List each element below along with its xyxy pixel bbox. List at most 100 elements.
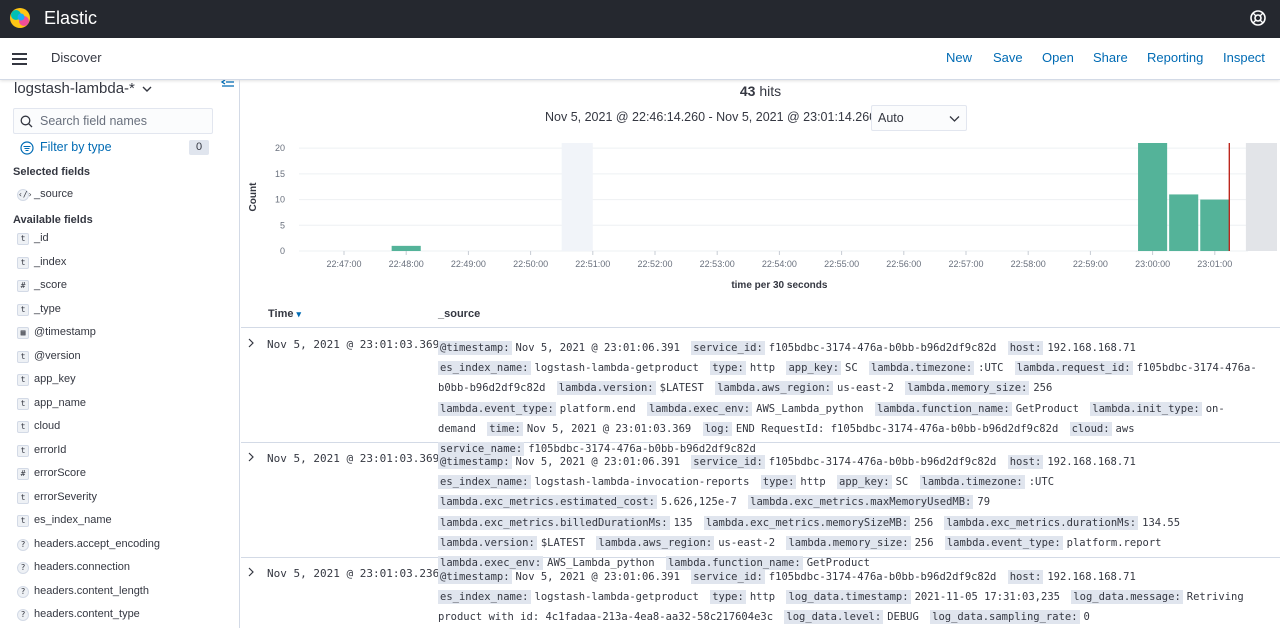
x-tick-label: 23:01:00 [1197,259,1232,269]
chevron-down-icon[interactable] [142,84,152,94]
breadcrumb[interactable]: Discover [51,50,102,65]
filter-icon [20,141,34,155]
field-type-icon: t [17,374,29,386]
index-pattern-selector[interactable]: logstash-lambda-* [14,80,135,97]
source-field-key: lambda.aws_region: [596,535,715,550]
share-button[interactable]: Share [1093,50,1128,65]
source-field-key: service_id: [691,570,765,584]
field-item-headers-connection[interactable]: ? headers.connection [17,561,237,577]
field-name: app_name [34,396,86,409]
time-column-header[interactable]: Time ▾ [268,308,301,320]
field-name: headers.accept_encoding [34,537,160,550]
chevron-down-icon [949,116,960,122]
source-field-value: SC [895,476,909,489]
source-field-key: host: [1007,341,1044,355]
source-field-key: type: [710,590,746,605]
table-header: Time ▾ _source [241,304,1280,328]
hamburger-menu-icon[interactable] [12,53,27,65]
inspect-button[interactable]: Inspect [1223,50,1265,65]
table-row[interactable]: Nov 5, 2021 @ 23:01:03.369 @timestamp: Nov… [241,329,1280,457]
source-field-value: :UTC [978,362,1004,375]
reporting-button[interactable]: Reporting [1147,50,1203,65]
field-item-errorseverity[interactable]: t errorSeverity [17,491,237,507]
source-field-key: lambda.exc_metrics.billedDurationMs: [438,515,670,530]
source-field-key: log_data.timestamp: [786,590,911,605]
field-item--version[interactable]: t @version [17,350,237,366]
help-icon[interactable] [1249,9,1267,27]
histogram-bar[interactable] [1169,194,1199,251]
save-button[interactable]: Save [993,50,1023,65]
interval-select[interactable]: Auto [871,105,967,131]
search-icon [20,115,33,128]
field-item-es-index-name[interactable]: t es_index_name [17,514,237,530]
field-item-app-key[interactable]: t app_key [17,373,237,389]
hits-number: 43 [739,83,756,99]
field-item--score[interactable]: # _score [17,279,237,295]
histogram-bar[interactable] [391,245,421,251]
histogram-bar[interactable] [1138,143,1168,251]
source-field-value: END RequestId: f105bdbc-3174-476a-b0bb-b… [735,422,1059,435]
source-field-key: lambda.init_type: [1090,401,1202,416]
row-source: @timestamp: Nov 5, 2021 @ 23:01:06.391 se… [438,567,1258,628]
elastic-logo-icon[interactable] [9,7,31,29]
y-tick-label: 0 [280,246,285,256]
field-item--type[interactable]: t _type [17,303,237,319]
x-tick-label: 22:49:00 [451,259,486,269]
source-field-key: @timestamp: [438,341,512,355]
field-item-app-name[interactable]: t app_name [17,397,237,413]
row-time: Nov 5, 2021 @ 23:01:03.236 [267,567,440,580]
field-item-cloud[interactable]: t cloud [17,420,237,436]
field-type-icon: t [17,233,29,245]
expand-row-icon[interactable] [247,567,255,577]
sort-desc-icon[interactable]: ▾ [297,309,302,319]
source-field-key: es_index_name: [438,590,531,605]
source-column-header: _source [438,308,481,320]
field-type-icon: ‹/› [17,189,33,201]
source-field-value: us-east-2 [837,382,894,395]
source-field-value: 0 [1083,611,1090,624]
field-item-errorscore[interactable]: # errorScore [17,467,237,483]
open-button[interactable]: Open [1042,50,1074,65]
source-field-key: app_key: [786,361,842,376]
new-button[interactable]: New [946,50,972,65]
collapse-sidebar-icon[interactable] [221,80,235,88]
expand-row-icon[interactable] [247,338,255,348]
source-field-key: lambda.aws_region: [715,381,834,396]
field-item-headers-accept-encoding[interactable]: ? headers.accept_encoding [17,538,237,554]
field-item-errorid[interactable]: t errorId [17,444,237,460]
interval-value: Auto [878,111,904,125]
selection-band [561,143,593,251]
field-type-icon: ▦ [17,327,29,339]
source-field-key: lambda.function_name: [874,401,1012,416]
source-field-key: service_id: [691,341,765,355]
source-field-key: host: [1007,570,1044,584]
table-row[interactable]: Nov 5, 2021 @ 23:01:03.369 @timestamp: Nov… [241,443,1280,571]
field-item-headers-content-type[interactable]: ? headers.content_type [17,608,237,624]
source-field-value: f105bdbc-3174-476a-b0bb-b96d2df9c82d [768,571,997,583]
field-item--id[interactable]: t _id [17,232,237,248]
field-search-input[interactable]: Search field names [13,108,213,134]
source-field-key: lambda.exc_metrics.durationMs: [944,515,1139,530]
histogram-chart[interactable]: 0 5 10 15 20 22:47:00 22:48:00 22:49:00 22:50:00… [241,136,1280,301]
field-item--timestamp[interactable]: ▦ @timestamp [17,326,237,342]
source-field-value: 79 [977,496,991,509]
source-field-value: :UTC [1028,476,1055,489]
field-type-icon: # [17,468,29,480]
hits-count: 43 hits [241,83,1280,99]
source-field-value: 256 [914,536,934,549]
source-field-value: 2021-11-05 17:31:03,235 [914,591,1060,604]
field-name: _score [34,279,68,291]
hits-label: hits [759,83,782,99]
field-item-headers-content-length[interactable]: ? headers.content_length [17,585,237,601]
source-field-value: f105bdbc-3174-476a-b0bb-b96d2df9c82d [768,456,997,468]
table-row[interactable]: Nov 5, 2021 @ 23:01:03.236 @timestamp: Nov… [241,558,1280,628]
row-source: @timestamp: Nov 5, 2021 @ 23:01:06.391 se… [438,338,1258,459]
search-placeholder: Search field names [40,114,148,128]
source-field-key: es_index_name: [438,361,531,376]
expand-row-icon[interactable] [247,452,255,462]
field-type-icon: t [17,303,29,316]
field-item--index[interactable]: t _index [17,256,237,272]
field-item--source[interactable]: ‹/› _source [17,188,237,204]
histogram-bar[interactable] [1200,199,1230,251]
source-field-value: 192.168.168.71 [1047,342,1136,354]
